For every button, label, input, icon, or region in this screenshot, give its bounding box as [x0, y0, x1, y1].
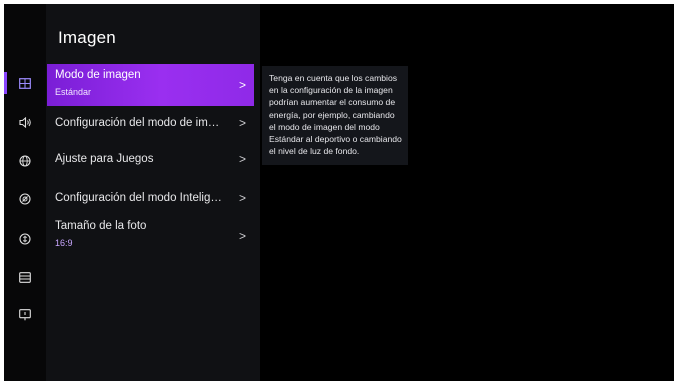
menu-item-picture-size[interactable]: Tamaño de la foto 16:9 > [47, 215, 254, 257]
menu-item-label: Modo de imagen [55, 69, 141, 81]
menu-item-picture-mode[interactable]: Modo de imagen Estándar > [47, 64, 254, 106]
menu-item-smart-mode-settings[interactable]: Configuración del modo Intelig… > [47, 183, 254, 213]
chevron-right-icon: > [238, 78, 246, 92]
sidebar-item-support[interactable] [4, 304, 46, 326]
settings-sidebar [4, 4, 46, 381]
chevron-right-icon: > [238, 116, 246, 130]
globe-icon [19, 155, 31, 167]
sidebar-item-network[interactable] [4, 150, 46, 172]
picture-icon [19, 77, 31, 89]
speaker-icon [18, 116, 31, 128]
sidebar-item-general[interactable] [4, 266, 46, 288]
chevron-right-icon: > [238, 152, 246, 166]
accessibility-icon [19, 193, 31, 205]
menu-item-label: Ajuste para Juegos [55, 153, 154, 165]
menu-item-picture-mode-settings[interactable]: Configuración del modo de im… > [47, 108, 254, 138]
sidebar-item-accessibility[interactable] [4, 188, 46, 210]
tv-screen: Imagen Modo de imagen Estándar > Configu… [4, 4, 674, 381]
menu-item-game-settings[interactable]: Ajuste para Juegos > [47, 144, 254, 174]
menu-item-value: Estándar [55, 87, 92, 97]
menu-item-label: Configuración del modo de im… [55, 117, 220, 129]
menu-item-label: Configuración del modo Intelig… [55, 192, 222, 204]
info-description: Tenga en cuenta que los cambios en la co… [262, 66, 408, 166]
chevron-right-icon: > [238, 229, 246, 243]
menu-item-label: Tamaño de la foto [55, 220, 147, 232]
page-title: Imagen [58, 28, 116, 47]
sidebar-item-energy[interactable] [4, 228, 46, 250]
menu-item-value: 16:9 [55, 238, 73, 248]
sidebar-item-sound[interactable] [4, 111, 46, 133]
support-icon [19, 309, 31, 321]
power-saving-icon [19, 233, 31, 245]
picture-settings-panel: Imagen Modo de imagen Estándar > Configu… [46, 4, 260, 381]
sidebar-item-picture[interactable] [4, 72, 46, 94]
chevron-right-icon: > [238, 191, 246, 205]
list-icon [19, 271, 31, 283]
